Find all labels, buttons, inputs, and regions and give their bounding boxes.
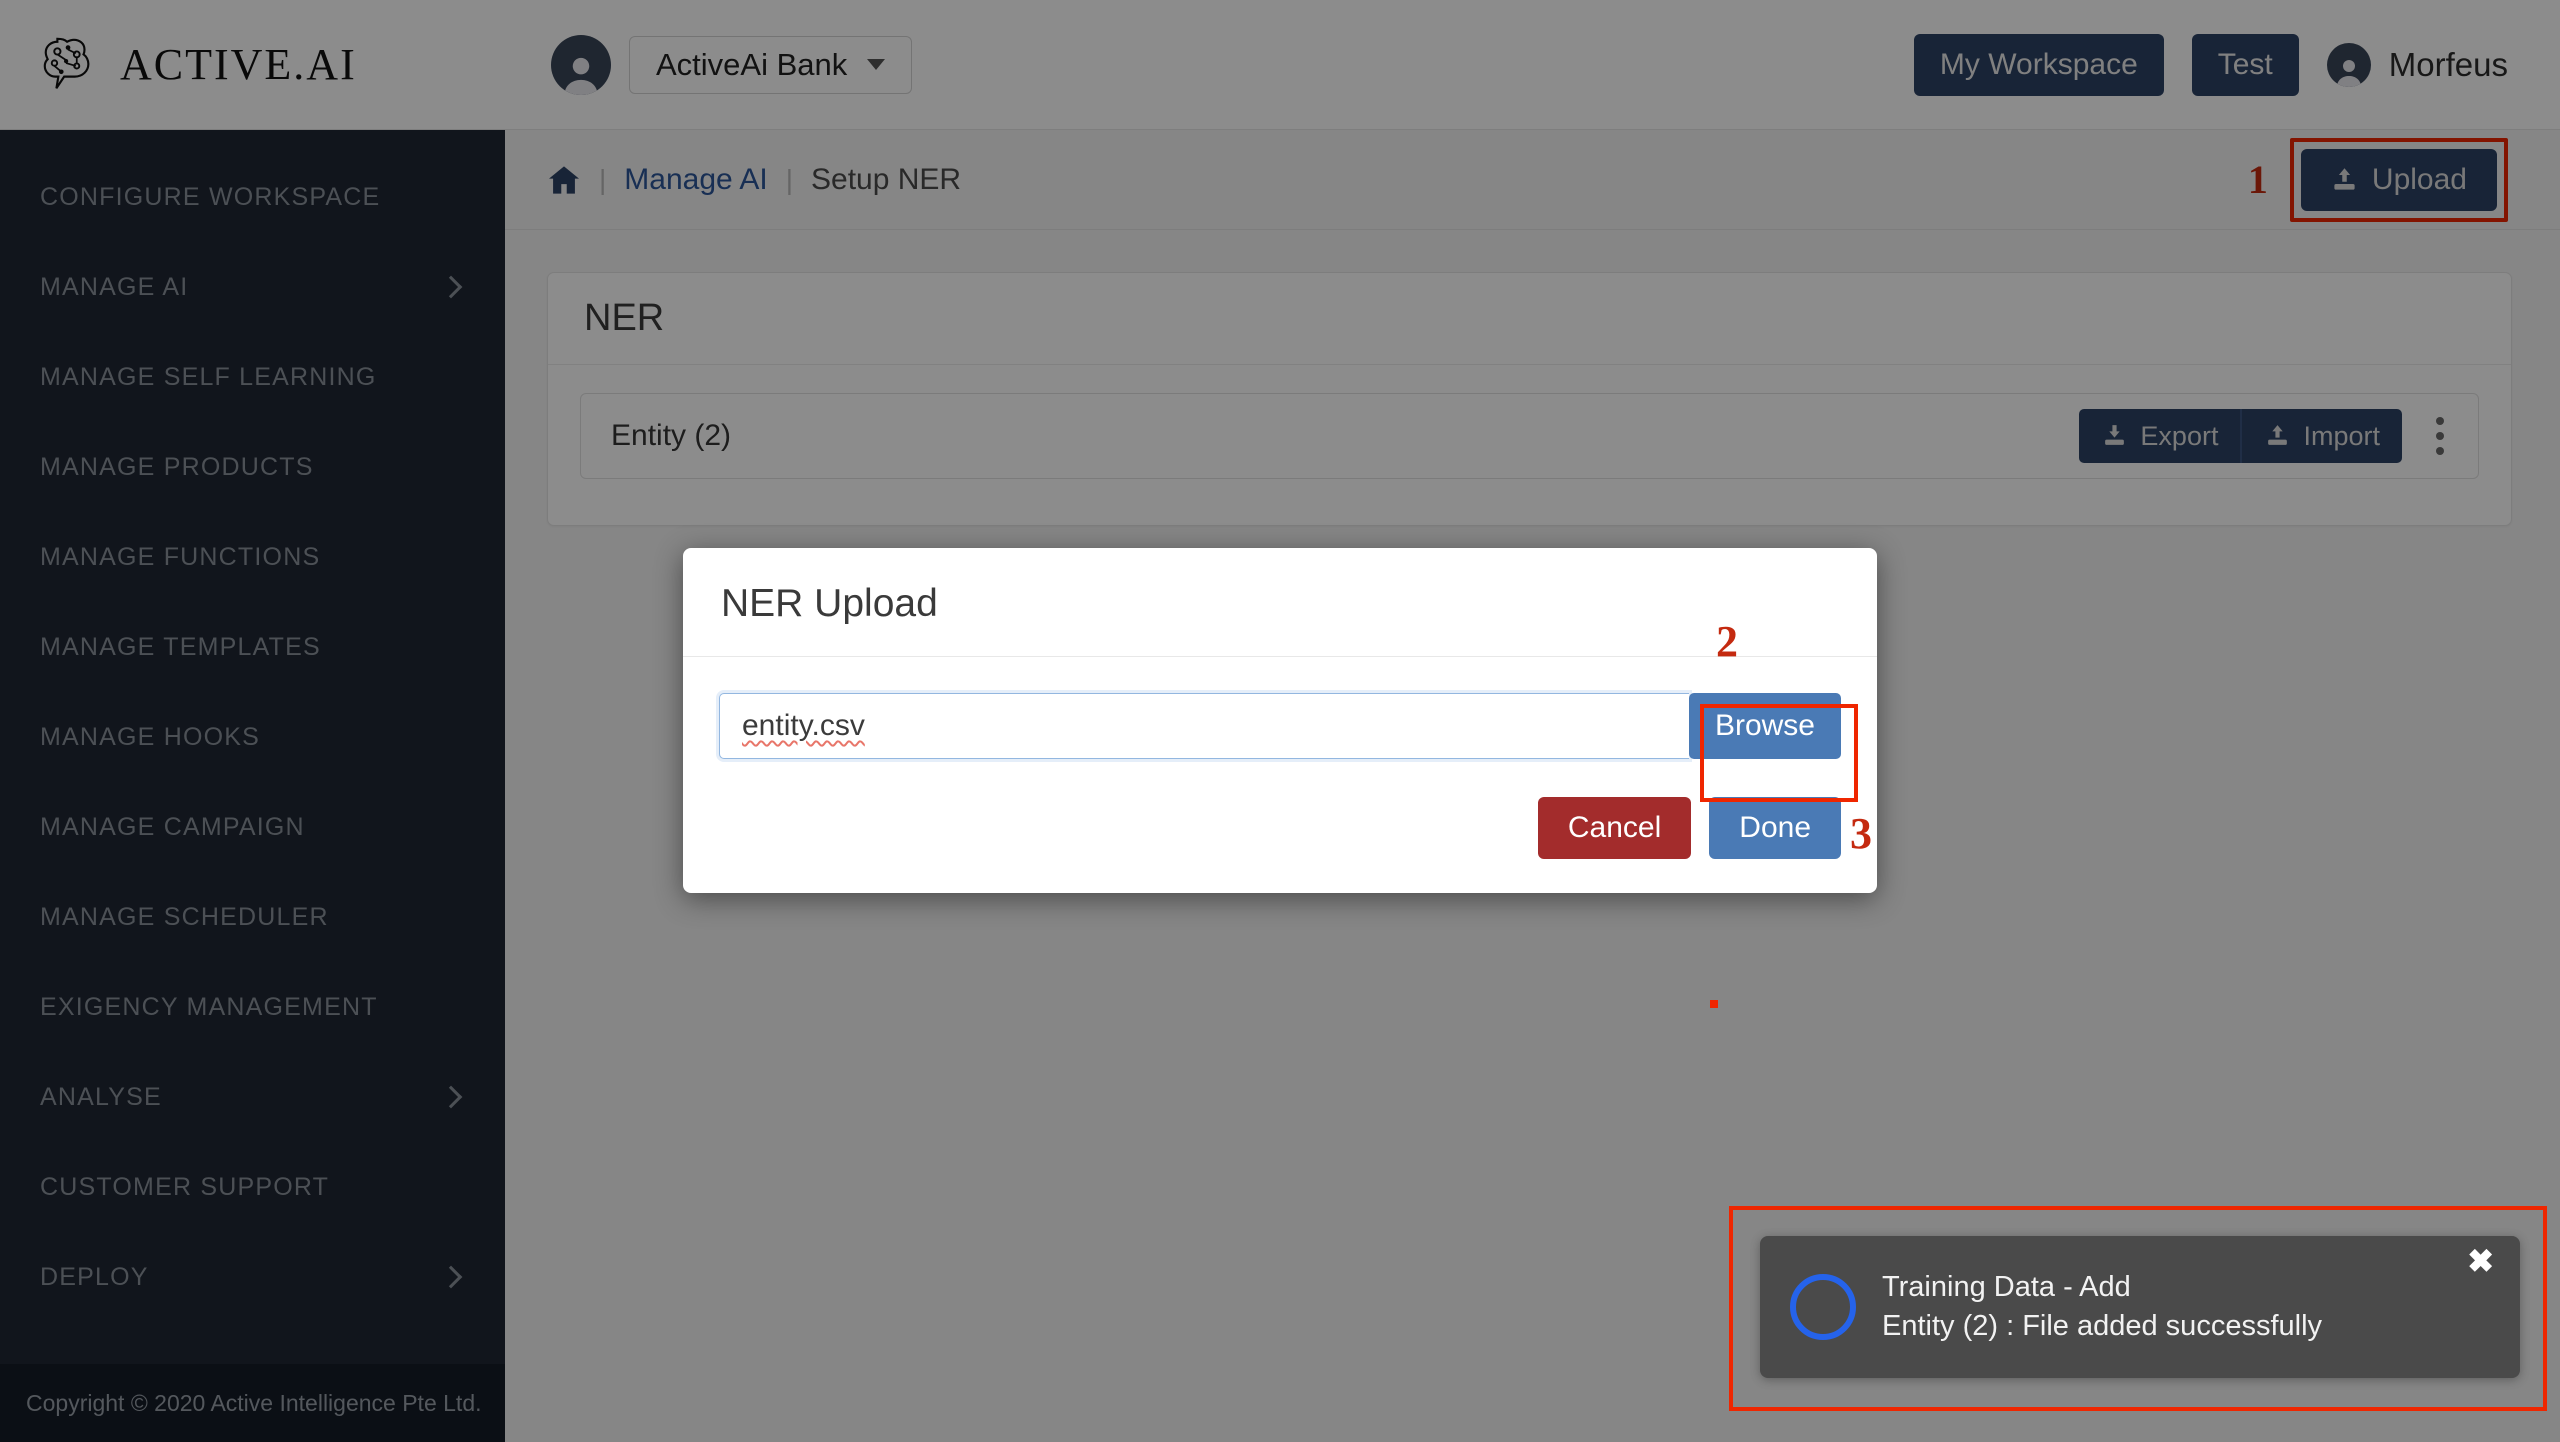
loading-spinner-icon — [1790, 1274, 1856, 1340]
file-name-input[interactable]: entity.csv — [719, 693, 1689, 759]
app-root: ACTIVE.AI ActiveAi Bank My Workspace Tes… — [0, 0, 2560, 1442]
modal-footer: Cancel Done — [683, 769, 1877, 893]
toast-text: Training Data - Add Entity (2) : File ad… — [1882, 1271, 2322, 1343]
file-name-value: entity.csv — [742, 709, 865, 742]
toast-title: Training Data - Add — [1882, 1271, 2131, 1303]
annotation-step-2: 2 — [1716, 617, 1738, 666]
annotation-step-3: 3 — [1850, 809, 1872, 858]
browse-button-wrap: Browse — [1688, 693, 1841, 759]
browse-button[interactable]: Browse — [1688, 693, 1841, 759]
toast-notification: Training Data - Add Entity (2) : File ad… — [1760, 1236, 2520, 1378]
cancel-button[interactable]: Cancel — [1537, 797, 1692, 859]
ner-upload-modal: NER Upload entity.csv Browse Cancel Done — [683, 548, 1877, 893]
modal-body: entity.csv Browse — [683, 657, 1877, 769]
toast-message: Entity (2) : File added successfully — [1882, 1310, 2323, 1342]
close-icon[interactable]: ✖ — [2467, 1242, 2494, 1280]
done-button[interactable]: Done — [1709, 797, 1841, 859]
modal-title: NER Upload — [721, 582, 938, 625]
modal-header: NER Upload — [683, 548, 1877, 657]
